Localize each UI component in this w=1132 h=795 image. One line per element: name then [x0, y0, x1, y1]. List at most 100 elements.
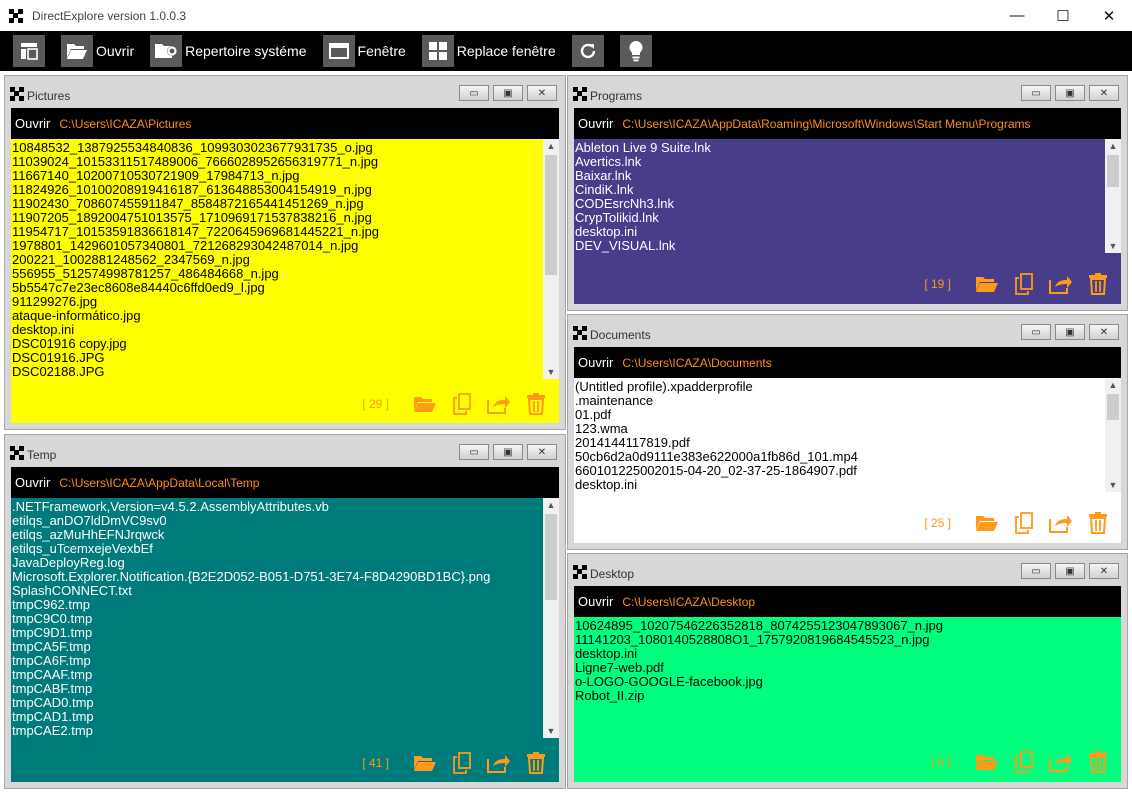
file-list-item[interactable]: Avertics.lnk [575, 155, 1105, 169]
file-list-item[interactable]: Baixar.lnk [575, 169, 1105, 183]
file-list-item[interactable]: DSC01916 copy.jpg [12, 337, 543, 351]
panel-close-button[interactable]: ✕ [527, 444, 557, 460]
file-list-item[interactable]: tmpCAD0.tmp [12, 696, 543, 710]
panel-restore-button[interactable]: ▣ [1055, 324, 1085, 340]
panel-minimize-button[interactable]: ▭ [1021, 324, 1051, 340]
open-folder-icon[interactable] [412, 752, 438, 774]
file-list-item[interactable]: tmpCAAF.tmp [12, 668, 543, 682]
file-list-item[interactable]: desktop.ini [575, 225, 1105, 239]
scroll-up-arrow-icon[interactable]: ▲ [543, 139, 559, 153]
file-list-item[interactable]: 1978801_1429601057340801_721268293042487… [12, 239, 543, 253]
panel-open-button[interactable]: Ouvrir [15, 116, 50, 131]
file-list[interactable]: 10624895_10207546226352818_8074255123047… [574, 617, 1121, 731]
scroll-down-arrow-icon[interactable]: ▼ [543, 724, 559, 738]
panel-minimize-button[interactable]: ▭ [459, 85, 489, 101]
file-list-item[interactable]: 01.pdf [575, 408, 1105, 422]
file-list-item[interactable]: etilqs_uTcemxejeVexbEf [12, 542, 543, 556]
file-list-item[interactable]: 11667140_10200710530721909_17984713_n.jp… [12, 169, 543, 183]
file-list-item[interactable]: 11902430_708607455911847_858487216544145… [12, 197, 543, 211]
scrollbar[interactable]: ▲ ▼ [1105, 378, 1121, 492]
file-list-item[interactable]: 10624895_10207546226352818_8074255123047… [575, 619, 1121, 633]
scroll-up-arrow-icon[interactable]: ▲ [543, 498, 559, 512]
window-button[interactable]: Fenêtre [322, 35, 406, 67]
file-list-item[interactable]: .NETFramework,Version=v4.5.2.AssemblyAtt… [12, 500, 543, 514]
file-list-item[interactable]: Ligne7-web.pdf [575, 661, 1121, 675]
scrollbar[interactable]: ▲ ▼ [543, 498, 559, 738]
file-list[interactable]: Ableton Live 9 Suite.lnk Avertics.lnk Baix… [574, 139, 1105, 253]
panel-close-button[interactable]: ✕ [1089, 563, 1119, 579]
file-list-item[interactable]: DEV_VISUAL.lnk [575, 239, 1105, 253]
scroll-thumb[interactable] [545, 514, 557, 600]
panel-minimize-button[interactable]: ▭ [1021, 85, 1051, 101]
file-list-item[interactable]: 123.wma [575, 422, 1105, 436]
layout-button[interactable] [13, 35, 45, 67]
file-list-item[interactable]: tmpCA5F.tmp [12, 640, 543, 654]
scroll-down-arrow-icon[interactable]: ▼ [1105, 239, 1121, 253]
file-list-item[interactable]: JavaDeployReg.log [12, 556, 543, 570]
file-list-item[interactable]: Microsoft.Explorer.Notification.{B2E2D05… [12, 570, 543, 584]
file-list-item[interactable]: o-LOGO-GOOGLE-facebook.jpg [575, 675, 1121, 689]
copy-icon[interactable] [1011, 512, 1037, 534]
panel-close-button[interactable]: ✕ [1089, 85, 1119, 101]
file-list-item[interactable]: 11039024_10153311517489006_7666028952656… [12, 155, 543, 169]
panel-close-button[interactable]: ✕ [1089, 324, 1119, 340]
file-list-item[interactable]: desktop.ini [12, 323, 543, 337]
refresh-button[interactable] [571, 35, 604, 67]
panel-open-button[interactable]: Ouvrir [15, 475, 50, 490]
file-list-item[interactable]: tmpC962.tmp [12, 598, 543, 612]
file-list-item[interactable]: 11954717_10153591836618147_7220645969681… [12, 225, 543, 239]
replace-window-button[interactable]: Replace fenêtre [421, 35, 556, 67]
panel-restore-button[interactable]: ▣ [493, 444, 523, 460]
panel-close-button[interactable]: ✕ [527, 85, 557, 101]
file-list-item[interactable]: 660101225002015-04-20_02-37-25-1864907.p… [575, 464, 1105, 478]
share-icon[interactable] [1048, 751, 1074, 773]
scroll-thumb[interactable] [1107, 155, 1119, 187]
file-list[interactable]: .NETFramework,Version=v4.5.2.AssemblyAtt… [11, 498, 543, 738]
file-list-item[interactable]: 556955_512574998781257_486484668_n.jpg [12, 267, 543, 281]
file-list-item[interactable]: desktop.ini [575, 478, 1105, 492]
open-folder-icon[interactable] [412, 393, 438, 415]
trash-icon[interactable] [523, 393, 549, 415]
file-list-item[interactable]: 5b5547c7e23ec8608e84440c6ffd0ed9_l.jpg [12, 281, 543, 295]
file-list-item[interactable]: Ableton Live 9 Suite.lnk [575, 141, 1105, 155]
open-button[interactable]: Ouvrir [61, 35, 134, 67]
open-folder-icon[interactable] [974, 751, 1000, 773]
file-list-item[interactable]: CODEsrcNh3.lnk [575, 197, 1105, 211]
share-icon[interactable] [486, 393, 512, 415]
file-list-item[interactable]: tmpCA6F.tmp [12, 654, 543, 668]
panel-restore-button[interactable]: ▣ [1055, 563, 1085, 579]
file-list[interactable]: (Untitled profile).xpadderprofile .mainte… [574, 378, 1105, 492]
share-icon[interactable] [486, 752, 512, 774]
scroll-thumb[interactable] [545, 155, 557, 275]
file-list-item[interactable]: tmpCAD1.tmp [12, 710, 543, 724]
scroll-thumb[interactable] [1107, 394, 1119, 420]
file-list-item[interactable]: 2014144117819.pdf [575, 436, 1105, 450]
file-list[interactable]: 10848532_1387925534840836_10993030236779… [11, 139, 543, 379]
close-button[interactable]: ✕ [1086, 0, 1132, 31]
minimize-button[interactable]: — [994, 0, 1040, 31]
file-list-item[interactable]: 911299276.jpg [12, 295, 543, 309]
trash-icon[interactable] [1085, 751, 1111, 773]
panel-open-button[interactable]: Ouvrir [578, 355, 613, 370]
copy-icon[interactable] [1011, 751, 1037, 773]
open-folder-icon[interactable] [974, 273, 1000, 295]
share-icon[interactable] [1048, 273, 1074, 295]
file-list-item[interactable]: 11907205_1892004751013575_17109691715378… [12, 211, 543, 225]
file-list-item[interactable]: 50cb6d2a0d9111e383e622000a1fb86d_101.mp4 [575, 450, 1105, 464]
file-list-item[interactable]: tmpCAE2.tmp [12, 724, 543, 738]
panel-restore-button[interactable]: ▣ [1055, 85, 1085, 101]
file-list-item[interactable]: SplashCONNECT.txt [12, 584, 543, 598]
file-list-item[interactable]: tmpC9C0.tmp [12, 612, 543, 626]
file-list-item[interactable]: desktop.ini [575, 647, 1121, 661]
system-dir-button[interactable]: Repertoire systéme [150, 35, 307, 67]
trash-icon[interactable] [1085, 273, 1111, 295]
scroll-up-arrow-icon[interactable]: ▲ [1105, 139, 1121, 153]
file-list-item[interactable]: 11824926_10100208919416187_6136488530041… [12, 183, 543, 197]
scroll-down-arrow-icon[interactable]: ▼ [543, 365, 559, 379]
tips-button[interactable] [619, 35, 652, 67]
file-list-item[interactable]: DSC02188.JPG [12, 365, 543, 379]
copy-icon[interactable] [449, 752, 475, 774]
scroll-down-arrow-icon[interactable]: ▼ [1105, 478, 1121, 492]
file-list-item[interactable]: Robot_II.zip [575, 689, 1121, 703]
maximize-button[interactable]: ☐ [1040, 0, 1086, 31]
